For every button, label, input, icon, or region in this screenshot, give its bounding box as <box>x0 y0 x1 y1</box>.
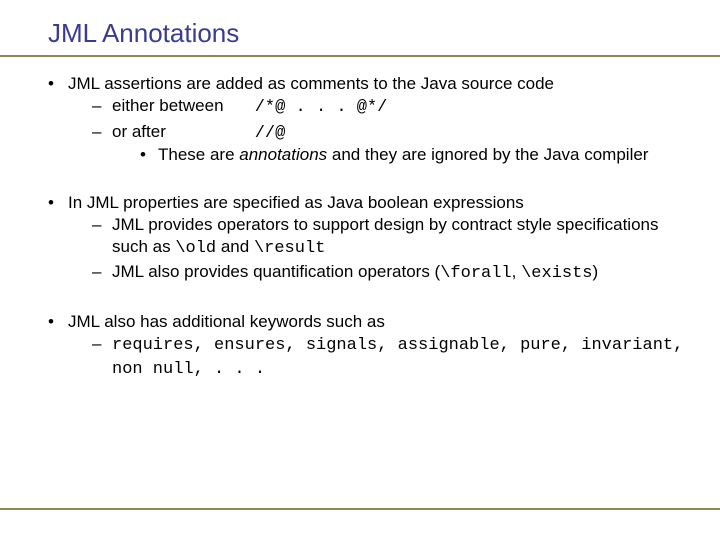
bullet-1-sub-1-code: /*@ . . . @*/ <box>255 97 388 119</box>
bullet-3-sub-1: requires, ensures, signals, assignable, … <box>92 333 692 381</box>
slide-title: JML Annotations <box>48 18 692 49</box>
title-rule <box>0 55 720 57</box>
bullet-1-sub-3b: annotations <box>239 145 327 164</box>
bullet-group-3: JML also has additional keywords such as… <box>48 311 692 380</box>
bullet-2-sub-2a: JML also provides quantification operato… <box>112 262 440 281</box>
bullet-2: In JML properties are specified as Java … <box>48 192 692 285</box>
bullet-2-sub-1-code2: \result <box>254 239 325 258</box>
bullet-2-text: In JML properties are specified as Java … <box>68 193 524 212</box>
bullet-1: JML assertions are added as comments to … <box>48 73 692 166</box>
bullet-2-sub-1-code1: \old <box>175 239 216 258</box>
bullet-2-sub-2-code1: \forall <box>440 264 511 283</box>
bullet-2-sub-2: JML also provides quantification operato… <box>92 261 692 285</box>
bullet-1-sub-3-list: These are annotations and they are ignor… <box>112 144 692 166</box>
bullet-group-1: JML assertions are added as comments to … <box>48 73 692 166</box>
bullet-1-sub-1-label: either between <box>112 95 242 117</box>
bullet-1-sub-3: These are annotations and they are ignor… <box>140 144 692 166</box>
bullet-2-sub-2-end: ) <box>593 262 599 281</box>
bullet-group-2: In JML properties are specified as Java … <box>48 192 692 285</box>
bullet-1-sub-1: either between /*@ . . . @*/ <box>92 95 692 119</box>
bullet-1-sub-3c: and they are ignored by the Java compile… <box>327 145 648 164</box>
bullet-3-sub-1-code: requires, ensures, signals, assignable, … <box>112 336 683 379</box>
slide-content: JML assertions are added as comments to … <box>48 73 692 380</box>
bullet-3-text: JML also has additional keywords such as <box>68 312 385 331</box>
bullet-2-sub-1: JML provides operators to support design… <box>92 214 692 260</box>
bullet-1-sub-2: or after //@ These are annotations and t… <box>92 121 692 167</box>
bullet-1-sub-2-code: //@ <box>255 123 286 145</box>
bullet-1-sub-3a: These are <box>158 145 239 164</box>
bullet-2-sub-2-mid: , <box>512 262 521 281</box>
bullet-1-text: JML assertions are added as comments to … <box>68 74 554 93</box>
bullet-2-sub: JML provides operators to support design… <box>68 214 692 285</box>
bullet-1-sub-2-label: or after <box>112 121 242 143</box>
slide: JML Annotations JML assertions are added… <box>0 0 720 540</box>
bullet-2-sub-2-code2: \exists <box>521 264 592 283</box>
bullet-2-sub-1-mid: and <box>216 237 254 256</box>
footer-rule <box>0 508 720 510</box>
bullet-1-sub: either between /*@ . . . @*/ or after //… <box>68 95 692 166</box>
bullet-3-sub: requires, ensures, signals, assignable, … <box>68 333 692 381</box>
bullet-3: JML also has additional keywords such as… <box>48 311 692 380</box>
